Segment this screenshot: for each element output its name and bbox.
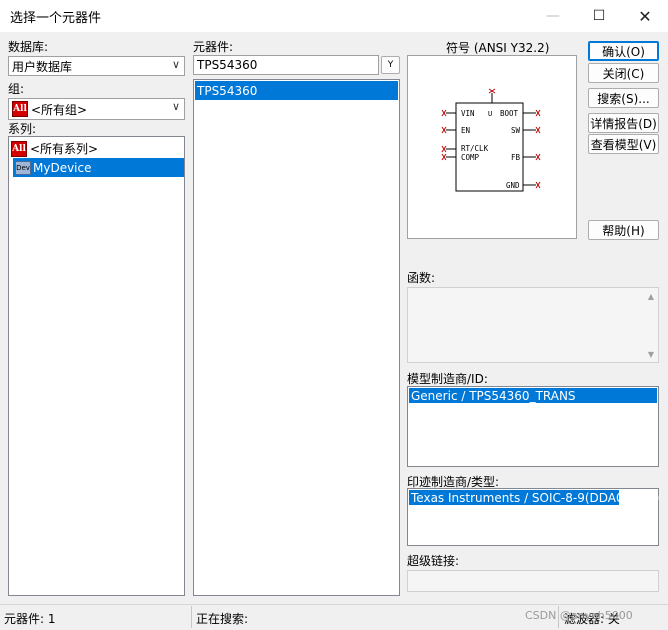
scroll-up-icon[interactable]: ▲ (648, 292, 654, 301)
status-searching: 正在搜索: (196, 612, 249, 626)
status-component-count: 元器件: 1 (4, 612, 56, 626)
view-model-button[interactable]: 查看模型(V) (588, 134, 659, 154)
close-window-icon[interactable]: ✕ (622, 0, 668, 32)
part-mark: U (488, 110, 492, 118)
detail-report-button[interactable]: 详情报告(D) (588, 113, 659, 133)
status-divider (191, 606, 192, 628)
function-label: 函数: (407, 271, 436, 285)
component-list[interactable]: TPS54360 (193, 79, 400, 596)
filter-icon: Y (387, 60, 394, 70)
symbol-label: 符号 (ANSI Y32.2) (446, 41, 550, 55)
all-icon: All (11, 140, 27, 157)
window-title: 选择一个元器件 (10, 11, 102, 26)
ok-button[interactable]: 确认(O) (588, 41, 659, 61)
family-item-all[interactable]: All <所有系列> (9, 139, 184, 158)
model-list[interactable]: Generic / TPS54360_TRANS (407, 386, 659, 467)
database-value: 用户数据库 (12, 59, 73, 74)
help-button[interactable]: 帮助(H) (588, 220, 659, 240)
footprint-item[interactable]: Texas Instruments / SOIC-8-9(DDA0008B) (409, 490, 659, 505)
component-label: 元器件: (193, 40, 234, 54)
component-search-input[interactable]: TPS54360 (193, 55, 379, 75)
footprint-list[interactable]: Texas Instruments / SOIC-8-9(DDA0008B) (407, 488, 659, 546)
chevron-down-icon: ∨ (171, 58, 180, 71)
family-item-label: <所有系列> (30, 142, 99, 156)
pin-label: RT/CLK (461, 144, 489, 153)
model-item-label: Generic / TPS54360_TRANS (411, 388, 576, 403)
hyperlink-label: 超级链接: (407, 554, 460, 568)
model-label: 模型制造商/ID: (407, 372, 488, 386)
database-label: 数据库: (8, 40, 49, 54)
family-label: 系列: (8, 122, 37, 136)
pin-label: FB (511, 153, 521, 162)
minimize-icon: — (546, 8, 560, 24)
component-item-label: TPS54360 (197, 83, 258, 98)
maximize-icon[interactable]: ☐ (576, 0, 622, 32)
pin-label: BOOT (500, 109, 519, 118)
pin-label: GND (506, 181, 520, 190)
group-value: <所有组> (31, 102, 88, 117)
watermark: CSDN @anyoh5000 (525, 609, 633, 622)
group-combo[interactable]: All <所有组> ∨ (8, 98, 185, 120)
pin-label: VIN (461, 109, 475, 118)
pin-label: SW (511, 126, 521, 135)
function-text-area[interactable]: ▲ ▼ (407, 287, 659, 363)
family-item-label: MyDevice (33, 160, 92, 175)
family-item-mydevice[interactable]: Dev MyDevice (13, 158, 184, 177)
symbol-preview: U VIN EN RT/CLK COMP BOOT SW FB GND (407, 55, 577, 239)
chevron-down-icon: ∨ (171, 100, 180, 113)
close-button[interactable]: 关闭(C) (588, 63, 659, 83)
component-search-value: TPS54360 (197, 58, 258, 72)
hyperlink-field[interactable] (407, 570, 659, 592)
filter-button[interactable]: Y (381, 56, 400, 74)
pin-label: EN (461, 126, 470, 135)
group-label: 组: (8, 82, 25, 96)
scroll-down-icon[interactable]: ▼ (648, 350, 654, 359)
search-button[interactable]: 搜索(S)... (588, 88, 659, 108)
database-combo[interactable]: 用户数据库 ∨ (8, 56, 185, 76)
family-list[interactable]: All <所有系列> Dev MyDevice (8, 136, 185, 596)
all-icon: All (12, 101, 28, 117)
pin-label: COMP (461, 153, 480, 162)
schematic-symbol: U VIN EN RT/CLK COMP BOOT SW FB GND (441, 88, 541, 192)
device-icon: Dev (15, 160, 31, 175)
component-item[interactable]: TPS54360 (195, 81, 398, 100)
model-item[interactable]: Generic / TPS54360_TRANS (409, 388, 657, 403)
footprint-item-label: Texas Instruments / SOIC-8-9(DDA0008B) (411, 490, 660, 505)
